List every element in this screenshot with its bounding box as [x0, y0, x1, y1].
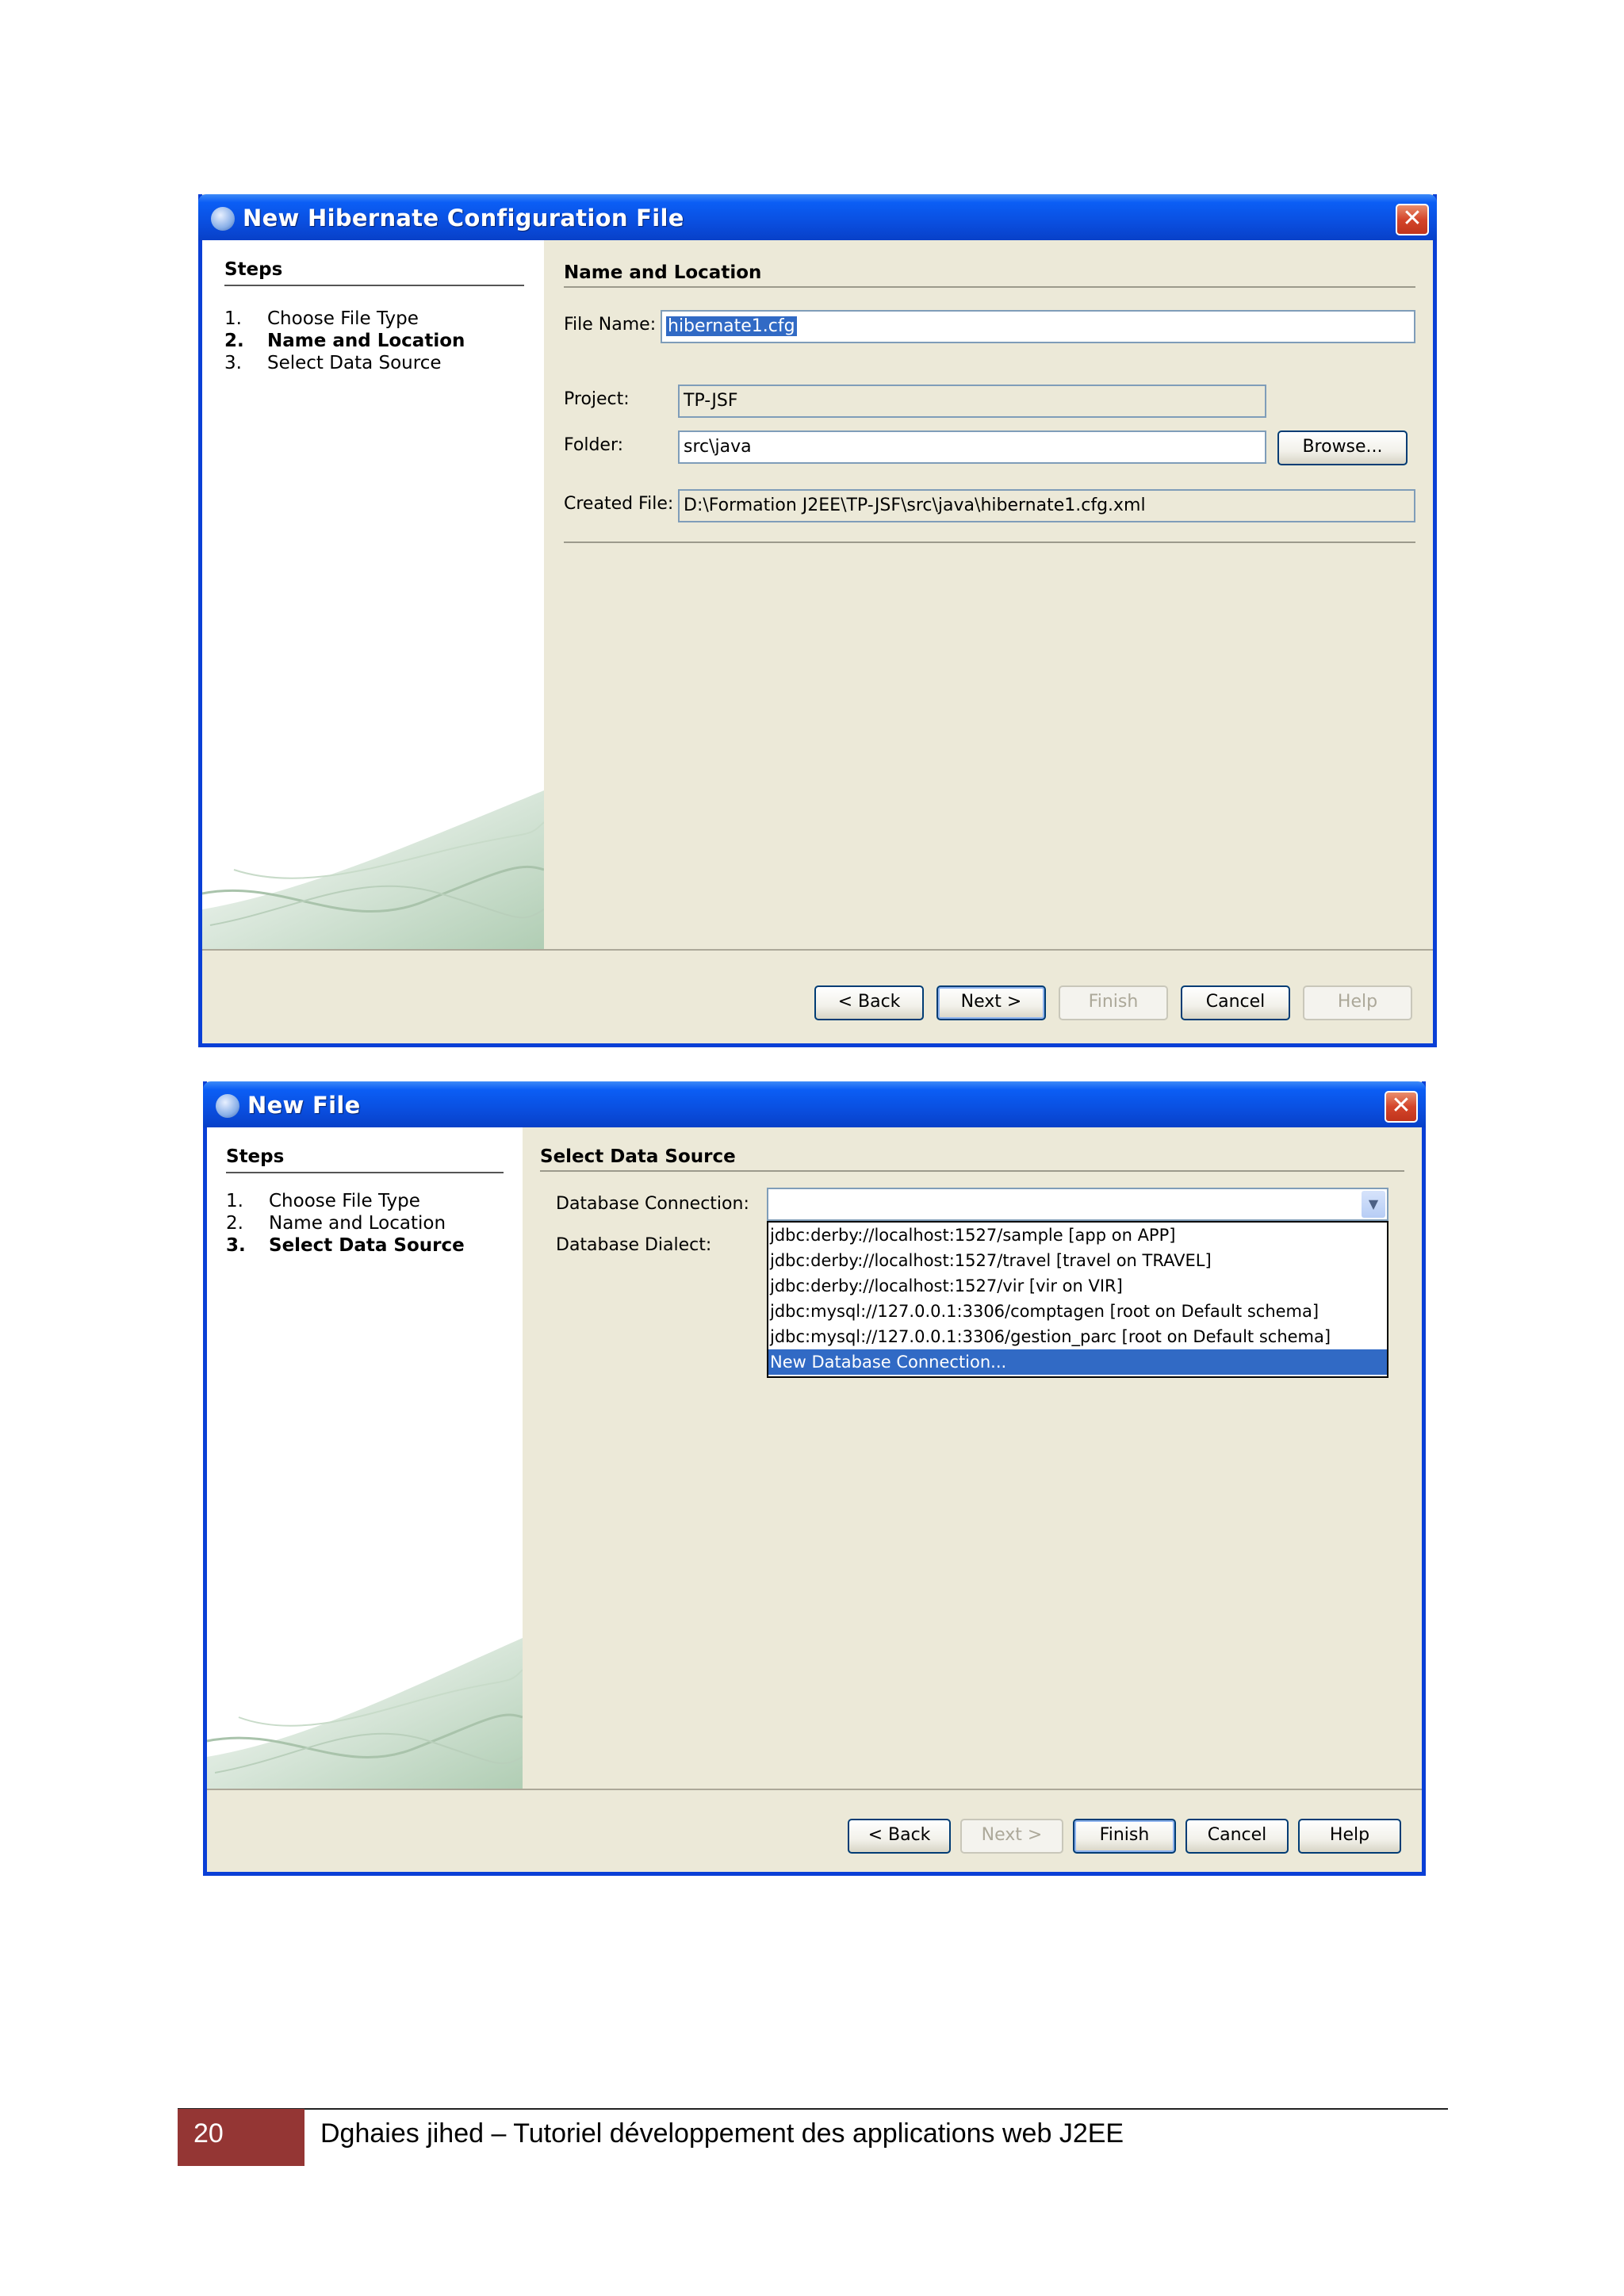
steps-heading: Steps — [224, 259, 283, 280]
folder-label: Folder: — [564, 435, 624, 455]
section-heading: Name and Location — [564, 262, 762, 283]
list-item[interactable]: jdbc:derby://localhost:1527/vir [vir on … — [768, 1273, 1387, 1299]
list-item[interactable]: jdbc:derby://localhost:1527/travel [trav… — [768, 1248, 1387, 1273]
new-file-dialog: New File ✕ Steps 1. Choose File Type 2. Na… — [203, 1081, 1426, 1876]
button-bar-divider — [207, 1789, 1422, 1790]
close-icon[interactable]: ✕ — [1396, 204, 1429, 235]
step-name-and-location: 2. Name and Location — [224, 331, 465, 351]
steps-divider — [224, 285, 524, 286]
decorative-wave-graphic — [207, 1638, 523, 1789]
help-button[interactable]: Help — [1298, 1819, 1401, 1854]
file-name-selected-text: hibernate1.cfg — [666, 316, 797, 336]
list-item-new-database-connection[interactable]: New Database Connection... — [768, 1349, 1387, 1375]
step-choose-file-type: 1. Choose File Type — [226, 1191, 420, 1211]
back-button[interactable]: < Back — [814, 985, 924, 1020]
browse-button[interactable]: Browse... — [1277, 430, 1408, 465]
created-file-label: Created File: — [564, 494, 674, 514]
decorative-wave-graphic — [202, 790, 544, 949]
db-connection-label: Database Connection: — [556, 1194, 749, 1214]
cancel-button[interactable]: Cancel — [1181, 985, 1290, 1020]
step-name-and-location: 2. Name and Location — [226, 1213, 446, 1234]
step-choose-file-type: 1. Choose File Type — [224, 308, 419, 329]
section-divider — [540, 1170, 1404, 1172]
netbeans-cube-icon — [216, 1094, 239, 1118]
folder-input[interactable]: src\java — [678, 430, 1266, 464]
project-label: Project: — [564, 389, 630, 409]
finish-button[interactable]: Finish — [1059, 985, 1168, 1020]
file-name-input[interactable]: hibernate1.cfg — [661, 310, 1415, 343]
close-icon[interactable]: ✕ — [1385, 1091, 1418, 1123]
cancel-button[interactable]: Cancel — [1185, 1819, 1289, 1854]
steps-heading: Steps — [226, 1146, 285, 1167]
steps-divider — [226, 1172, 504, 1173]
next-button[interactable]: Next > — [936, 985, 1046, 1020]
list-item[interactable]: jdbc:mysql://127.0.0.1:3306/comptagen [r… — [768, 1299, 1387, 1324]
footer-divider — [178, 2108, 1448, 2110]
section-divider — [564, 286, 1415, 288]
finish-button[interactable]: Finish — [1073, 1819, 1176, 1854]
dialog-titlebar[interactable]: New Hibernate Configuration File ✕ — [198, 194, 1437, 240]
steps-panel: Steps 1. Choose File Type 2. Name and Loca… — [202, 240, 544, 949]
hibernate-config-dialog: New Hibernate Configuration File ✕ Steps… — [198, 194, 1437, 1047]
steps-panel: Steps 1. Choose File Type 2. Name and Loca… — [207, 1127, 523, 1789]
created-file-field: D:\Formation J2EE\TP-JSF\src\java\hibern… — [678, 489, 1415, 522]
db-connection-list[interactable]: jdbc:derby://localhost:1527/sample [app … — [767, 1221, 1388, 1378]
dialog-title: New Hibernate Configuration File — [243, 205, 684, 232]
footer-title: Dghaies jihed – Tutoriel développement d… — [320, 2118, 1124, 2149]
chevron-down-icon[interactable]: ▼ — [1362, 1191, 1385, 1218]
dialog-titlebar[interactable]: New File ✕ — [203, 1081, 1426, 1127]
back-button[interactable]: < Back — [848, 1819, 951, 1854]
section-heading: Select Data Source — [540, 1146, 736, 1167]
dialog-title: New File — [247, 1092, 361, 1119]
list-item[interactable]: jdbc:derby://localhost:1527/sample [app … — [768, 1223, 1387, 1248]
db-dialect-label: Database Dialect: — [556, 1235, 712, 1255]
next-button[interactable]: Next > — [960, 1819, 1063, 1854]
file-name-label: File Name: — [564, 315, 657, 335]
list-item[interactable]: jdbc:mysql://127.0.0.1:3306/gestion_parc… — [768, 1324, 1387, 1349]
page-number: 20 — [193, 2118, 224, 2149]
step-select-data-source: 3. Select Data Source — [224, 353, 442, 373]
netbeans-cube-icon — [211, 207, 235, 231]
form-divider — [564, 541, 1415, 543]
db-connection-combobox[interactable]: ▼ — [767, 1188, 1388, 1221]
step-select-data-source: 3. Select Data Source — [226, 1235, 465, 1256]
button-bar-divider — [202, 949, 1433, 951]
help-button[interactable]: Help — [1303, 985, 1412, 1020]
project-field: TP-JSF — [678, 385, 1266, 418]
